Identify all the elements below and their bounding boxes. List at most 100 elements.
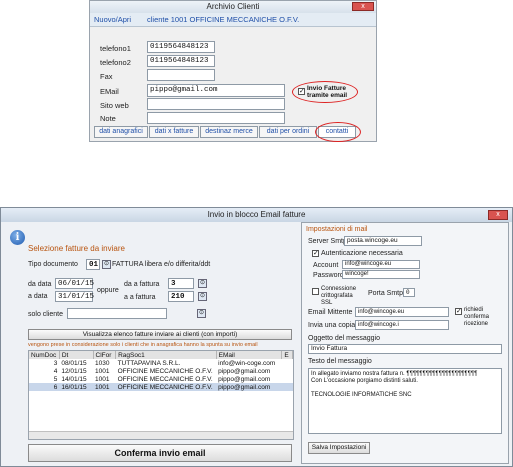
- oggetto-label: Oggetto del messaggio: [308, 335, 380, 342]
- account-field[interactable]: info@wincoge.eu: [342, 260, 420, 269]
- col-email[interactable]: EMail: [216, 351, 283, 359]
- sito-web-field[interactable]: [147, 98, 285, 110]
- nuovo-apri-link[interactable]: Nuovo/Apri: [94, 15, 131, 24]
- cell-e: [282, 359, 293, 367]
- info-icon: i: [10, 230, 25, 245]
- cell-clfor: 1001: [95, 375, 110, 383]
- table-row[interactable]: 5 14/01/15 1001 OFFICINE MECCANICHE O.F.…: [29, 375, 293, 383]
- password-label: Password: [313, 272, 344, 279]
- da-data-field[interactable]: 06/01/15: [55, 278, 94, 289]
- porta-label: Porta Smtp: [368, 290, 404, 297]
- grid-header: NumDoc Dt ClFor RagSoc1 EMail E: [29, 351, 293, 359]
- email-label: EMail: [100, 87, 119, 96]
- note-field[interactable]: [147, 112, 285, 124]
- telefono2-field[interactable]: 0119564848123: [147, 55, 215, 67]
- da-data-label: da data: [28, 281, 52, 288]
- da-fattura-field[interactable]: 3: [168, 278, 194, 289]
- ssl-checkbox[interactable]: [312, 288, 319, 295]
- porta-field[interactable]: 0: [403, 288, 415, 297]
- salva-impostazioni-button[interactable]: Salva Impostazioni: [308, 442, 370, 454]
- table-row[interactable]: 3 08/01/15 1030 TUTTAPAVINA S.R.L. info@…: [29, 359, 293, 367]
- cell-email: pippo@gmail.com: [218, 367, 271, 375]
- conferma-invio-button[interactable]: Conferma invio email: [28, 444, 292, 462]
- a-data-field[interactable]: 31/01/15: [55, 291, 94, 302]
- cell-email: pippo@gmail.com: [216, 383, 282, 391]
- fatture-grid[interactable]: NumDoc Dt ClFor RagSoc1 EMail E 3 08/01/…: [28, 350, 294, 440]
- settings-title: Impostazioni di mail: [306, 226, 368, 233]
- cell-dt: 16/01/15: [59, 383, 94, 391]
- auth-checkbox[interactable]: ✓: [312, 250, 319, 257]
- server-label: Server Smtp: [308, 238, 347, 245]
- telefono1-field[interactable]: 0119564848123: [147, 41, 215, 53]
- cell-e: [282, 375, 293, 383]
- cell-num: 5: [53, 375, 58, 383]
- archivio-clienti-window: Archivio Clienti x Nuovo/Apri cliente 10…: [89, 0, 377, 142]
- conferma-label: richiedi conferma ricezione: [464, 307, 490, 327]
- copia-field[interactable]: info@wincoge.i: [355, 320, 449, 330]
- col-numdoc[interactable]: NumDoc: [29, 351, 60, 359]
- ssl-label: Connessione crittografata SSL: [321, 286, 357, 306]
- oppure-label: oppure: [97, 287, 119, 294]
- binoculars-icon[interactable]: ⊙: [197, 309, 206, 318]
- table-row[interactable]: 4 12/01/15 1001 OFFICINE MECCANICHE O.F.…: [29, 367, 293, 375]
- a-fattura-label: a a fattura: [124, 294, 156, 301]
- sito-web-label: Sito web: [100, 101, 129, 110]
- a-fattura-field[interactable]: 210: [168, 291, 194, 302]
- settings-panel: Impostazioni di mail Server Smtp posta.w…: [301, 222, 509, 464]
- binoculars-icon[interactable]: ⊙: [198, 279, 207, 288]
- a-data-label: a data: [28, 293, 48, 300]
- tipo-documento-desc: FATTURA libera e/o differita/ddt: [112, 261, 211, 268]
- binoculars-icon[interactable]: ⊙: [198, 292, 207, 301]
- col-e[interactable]: E: [281, 351, 293, 359]
- cell-e: [281, 383, 293, 391]
- testo-textarea[interactable]: In allegato inviamo nostra fattura n. ¶¶…: [308, 368, 502, 434]
- server-field[interactable]: posta.wincoge.eu: [344, 236, 422, 246]
- cell-email: pippo@gmail.com: [218, 375, 271, 383]
- mittente-field[interactable]: info@wincoge.eu: [355, 307, 449, 317]
- horizontal-scrollbar[interactable]: [29, 431, 293, 439]
- visualizza-button[interactable]: Visualizza elenco fatture inviare ai cli…: [28, 329, 292, 340]
- da-fattura-label: da a fattura: [124, 281, 160, 288]
- col-ragsoc[interactable]: RagSoc1: [115, 351, 217, 359]
- col-clfor[interactable]: ClFor: [93, 351, 117, 359]
- copia-label: Invia una copia a: [308, 322, 361, 329]
- testo-line: Con L'occasione porgiamo distinti saluti…: [311, 378, 418, 384]
- cell-e: [282, 367, 293, 375]
- cell-clfor: 1030: [95, 359, 110, 367]
- close-button[interactable]: x: [352, 2, 374, 11]
- window-title: Invio in blocco Email fatture: [207, 210, 306, 219]
- solo-cliente-field[interactable]: [67, 308, 167, 319]
- password-field[interactable]: wincoge!: [342, 270, 420, 279]
- tab-dati-fatture[interactable]: dati x fatture: [149, 126, 199, 138]
- col-dt[interactable]: Dt: [59, 351, 94, 359]
- close-button[interactable]: x: [488, 210, 508, 220]
- email-field[interactable]: pippo@gmail.com: [147, 84, 285, 97]
- invio-email-window: Invio in blocco Email fatture x i Selezi…: [0, 207, 513, 467]
- conferma-checkbox[interactable]: ✓: [455, 308, 462, 315]
- oggetto-field[interactable]: Invio Fattura: [308, 344, 502, 354]
- tipo-documento-code[interactable]: 01: [86, 259, 100, 270]
- testo-label: Testo del messaggio: [308, 358, 372, 365]
- telefono2-label: telefono2: [100, 58, 131, 67]
- cell-dt: 08/01/15: [61, 359, 87, 367]
- cell-dt: 12/01/15: [61, 367, 87, 375]
- testo-line: In allegato inviamo nostra fattura n. ¶¶…: [311, 371, 478, 377]
- invio-fatture-checkbox[interactable]: ✓: [298, 88, 305, 95]
- auth-label: Autenticazione necessaria: [321, 250, 403, 257]
- fax-label: Fax: [100, 72, 113, 81]
- cell-num: 6: [29, 383, 60, 391]
- tab-destinaz-merce[interactable]: destinaz merce: [200, 126, 258, 138]
- tipo-documento-label: Tipo documento: [28, 261, 78, 268]
- binoculars-icon[interactable]: ⊙: [102, 260, 111, 269]
- fax-field[interactable]: [147, 69, 215, 81]
- cell-num: 3: [53, 359, 58, 367]
- table-row[interactable]: 6 16/01/15 1001 OFFICINE MECCANICHE O.F.…: [29, 383, 293, 391]
- cell-email: info@win-coge.com: [218, 359, 276, 367]
- section-title: Selezione fatture da inviare: [28, 244, 125, 253]
- tab-dati-per-ordini[interactable]: dati per ordini: [259, 126, 317, 138]
- cell-num: 4: [53, 367, 58, 375]
- cell-ragsoc: OFFICINE MECCANICHE O.F.V.: [117, 375, 213, 383]
- cell-ragsoc: OFFICINE MECCANICHE O.F.V.: [115, 383, 217, 391]
- tab-dati-anagrafici[interactable]: dati anagrafici: [94, 126, 148, 138]
- cell-ragsoc: OFFICINE MECCANICHE O.F.V.: [117, 367, 213, 375]
